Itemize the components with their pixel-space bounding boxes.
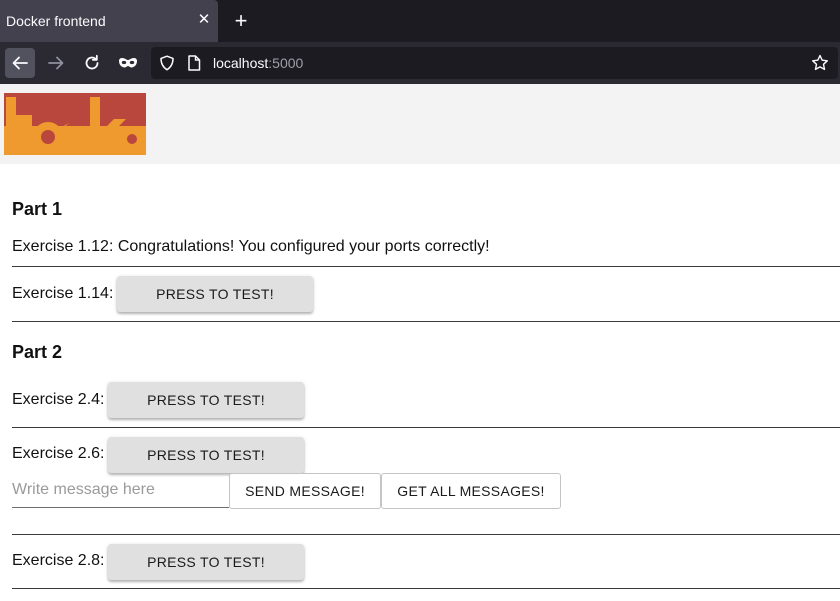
private-browsing-button[interactable] — [113, 48, 143, 78]
exercise-2-8-label: Exercise 2.8: — [12, 552, 105, 569]
divider — [12, 266, 840, 267]
exercise-2-6-label: Exercise 2.6: — [12, 445, 105, 462]
forward-button[interactable] — [41, 48, 71, 78]
back-arrow-icon — [12, 56, 28, 70]
reload-button[interactable] — [77, 48, 107, 78]
forward-arrow-icon — [48, 56, 64, 70]
part2-heading: Part 2 — [12, 342, 63, 362]
message-input[interactable] — [12, 472, 229, 508]
divider — [12, 588, 840, 589]
divider — [12, 321, 840, 322]
private-mask-icon — [119, 58, 137, 68]
url-host: localhost — [213, 55, 269, 71]
page-icon[interactable] — [187, 55, 201, 71]
reload-icon — [85, 54, 99, 70]
divider — [12, 427, 840, 428]
shield-icon[interactable] — [159, 55, 175, 71]
get-all-messages-button[interactable]: GET ALL MESSAGES! — [381, 473, 561, 509]
browser-nav-bar: localhost:5000 — [0, 42, 840, 84]
url-bar[interactable]: localhost:5000 — [151, 47, 838, 79]
toska-logo: toska — [4, 93, 146, 155]
exercise-1-14-test-button[interactable]: PRESS TO TEST! — [117, 276, 313, 312]
exercise-2-4-test-button[interactable]: PRESS TO TEST! — [108, 382, 304, 418]
divider — [12, 534, 840, 535]
part1-heading: Part 1 — [12, 199, 63, 219]
bookmark-star-icon[interactable] — [811, 54, 829, 72]
back-button[interactable] — [5, 48, 35, 78]
page-header: toska — [0, 84, 840, 164]
browser-tab-bar: Docker frontend ✕ + — [0, 0, 840, 42]
exercise-2-4-label: Exercise 2.4: — [12, 391, 105, 408]
exercise-1-14-label: Exercise 1.14: — [12, 285, 114, 302]
exercise-1-12-text: Exercise 1.12: Congratulations! You conf… — [12, 238, 490, 255]
tab-title: Docker frontend — [6, 13, 106, 29]
browser-tab[interactable]: Docker frontend ✕ — [0, 0, 218, 42]
new-tab-icon[interactable]: + — [230, 9, 252, 33]
exercise-2-8-test-button[interactable]: PRESS TO TEST! — [108, 544, 304, 580]
close-tab-icon[interactable]: ✕ — [196, 11, 212, 29]
url-text[interactable]: localhost:5000 — [213, 55, 303, 71]
send-message-button[interactable]: SEND MESSAGE! — [229, 473, 381, 509]
url-port: :5000 — [268, 55, 304, 71]
exercise-2-6-test-button[interactable]: PRESS TO TEST! — [108, 437, 304, 473]
